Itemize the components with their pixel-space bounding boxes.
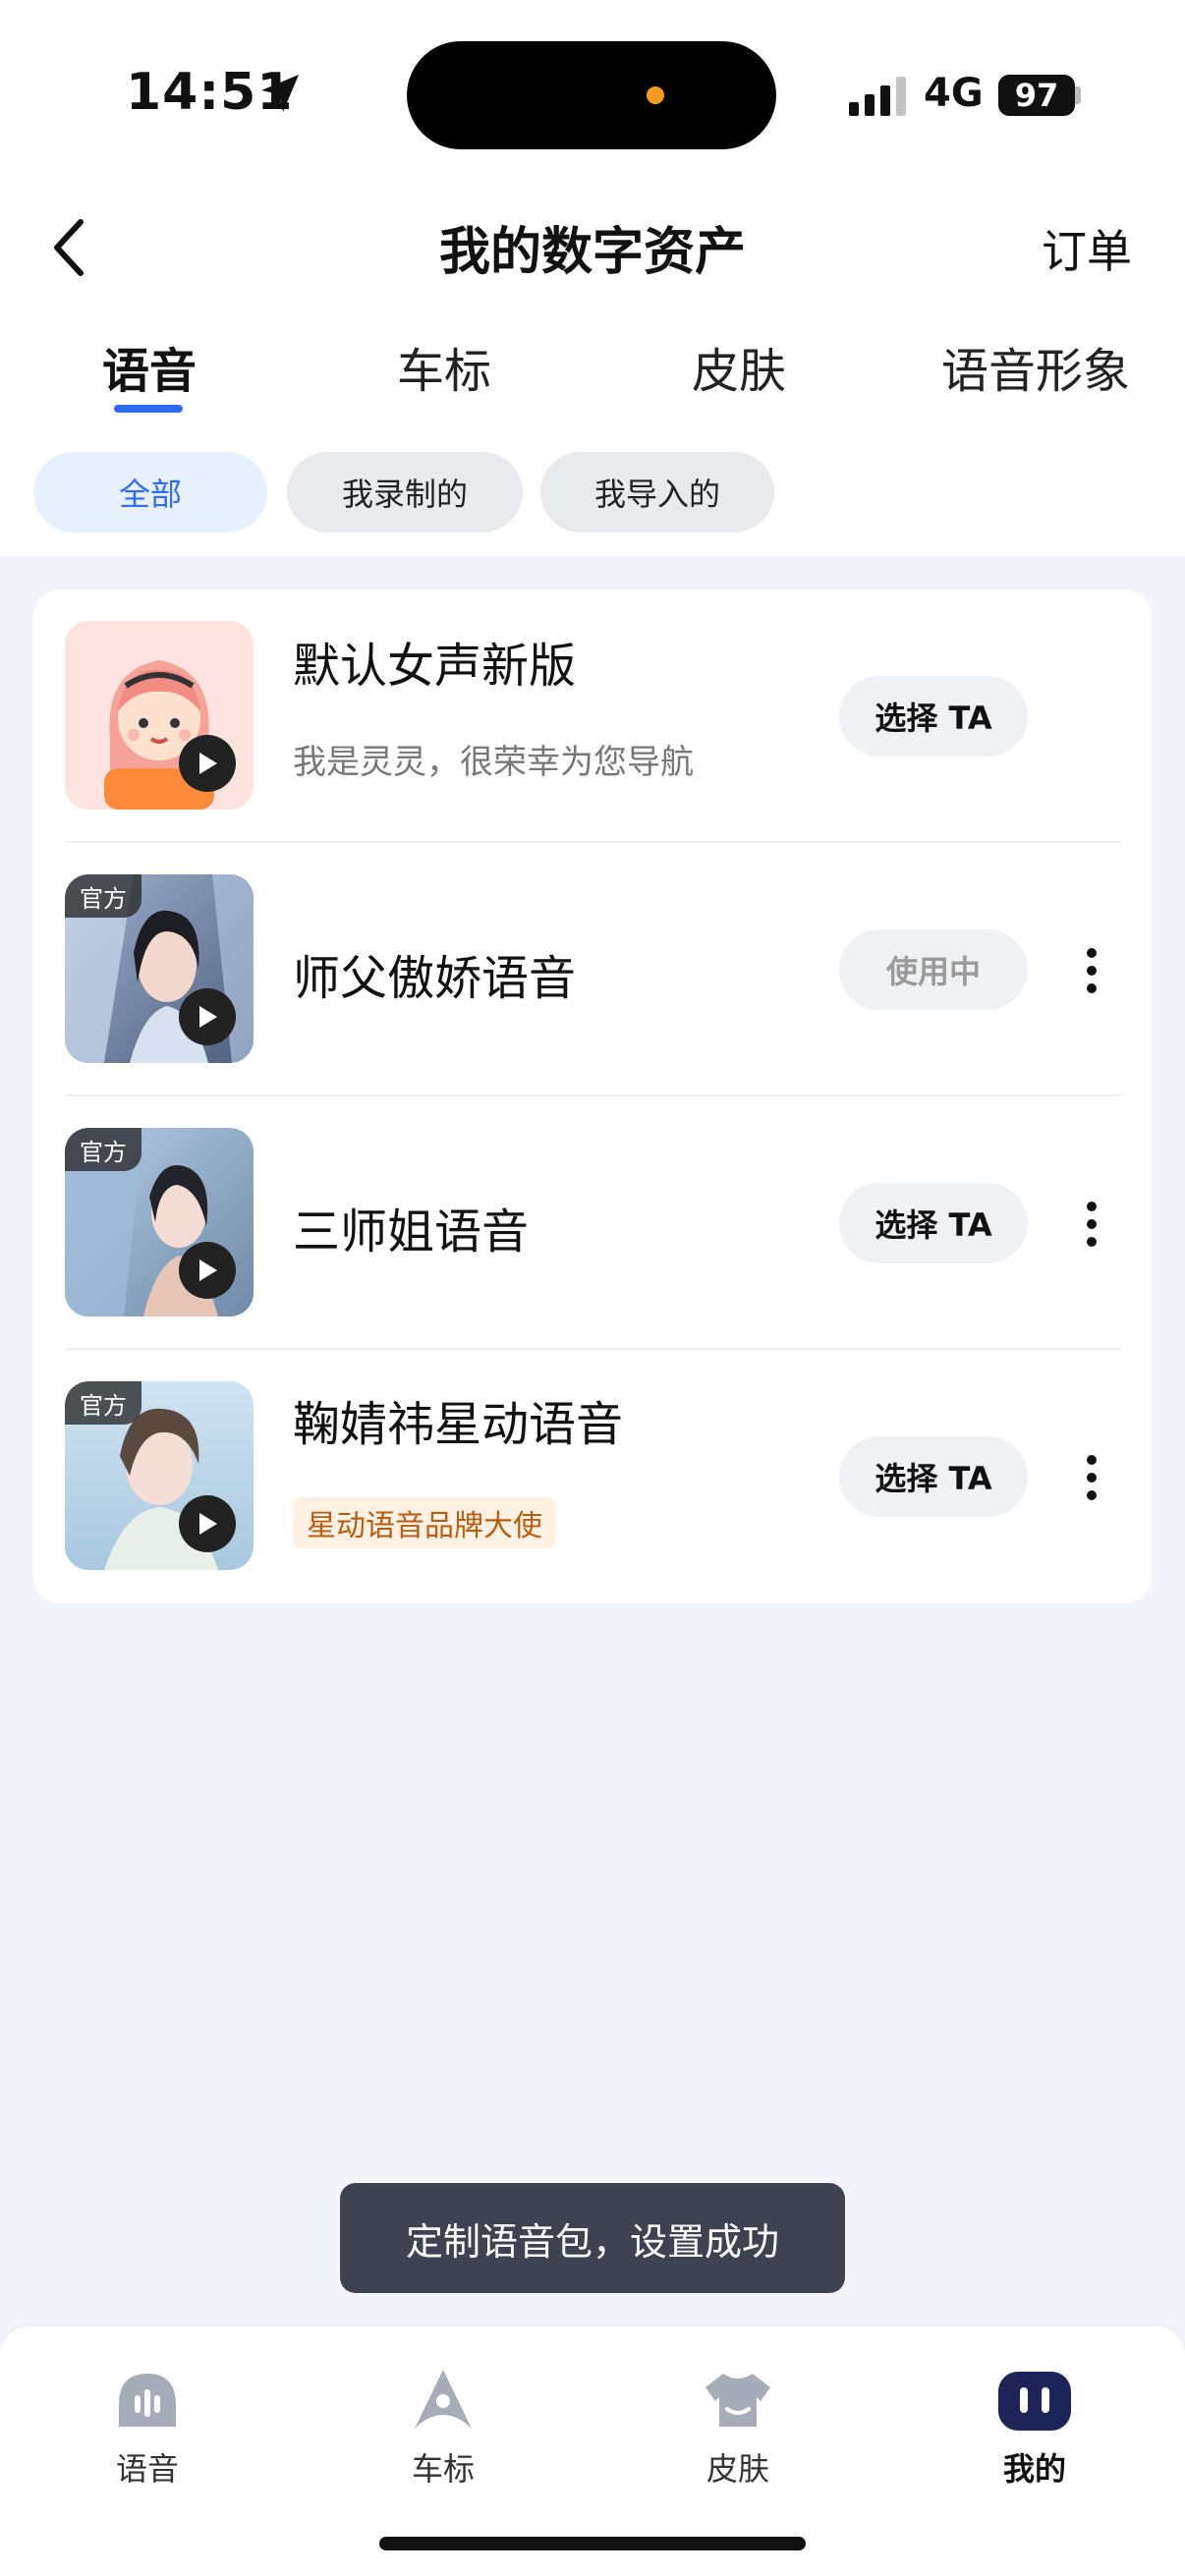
voice-name: 鞠婧祎星动语音 <box>293 1397 624 1452</box>
brand-ambassador-tag: 星动语音品牌大使 <box>293 1497 556 1548</box>
orders-button[interactable]: 订单 <box>1042 216 1132 281</box>
official-badge: 官方 <box>65 1381 141 1425</box>
tab-car-logo[interactable]: 车标 <box>397 332 491 401</box>
location-arrow-icon <box>261 75 299 112</box>
play-preview-button[interactable] <box>179 735 236 792</box>
voice-item-jujingyi[interactable]: 官方 鞠婧祎星动语音 星动语音品牌大使 选择 TA <box>33 1350 1152 1603</box>
skin-icon <box>705 2374 770 2427</box>
select-voice-button[interactable]: 选择 TA <box>839 1183 1028 1263</box>
more-options-icon[interactable] <box>1077 1193 1106 1256</box>
play-icon <box>199 753 217 774</box>
filter-imported[interactable]: 我导入的 <box>540 452 774 532</box>
voice-item-default[interactable]: 默认女声新版 我是灵灵，很荣幸为您导航 选择 TA <box>33 589 1152 843</box>
play-icon <box>199 1513 217 1535</box>
nav-car-logo-label: 车标 <box>411 2450 475 2488</box>
in-use-button[interactable]: 使用中 <box>839 929 1028 1010</box>
page-title: 我的数字资产 <box>438 223 746 282</box>
play-preview-button[interactable] <box>179 1242 236 1299</box>
play-preview-button[interactable] <box>179 988 236 1045</box>
play-preview-button[interactable] <box>179 1495 236 1552</box>
voice-name: 三师姐语音 <box>293 1204 530 1260</box>
select-voice-button[interactable]: 选择 TA <box>839 676 1028 756</box>
more-options-icon[interactable] <box>1077 1446 1106 1509</box>
voice-thumbnail: 官方 <box>65 874 254 1063</box>
voice-name: 默认女声新版 <box>293 639 577 694</box>
tab-voice-avatar[interactable]: 语音形象 <box>941 332 1130 401</box>
filter-all[interactable]: 全部 <box>33 452 267 532</box>
filter-recorded[interactable]: 我录制的 <box>287 452 523 532</box>
select-voice-button[interactable]: 选择 TA <box>839 1436 1028 1517</box>
nav-profile-label: 我的 <box>1002 2450 1066 2488</box>
tab-skin[interactable]: 皮肤 <box>692 332 786 401</box>
signal-strength-icon <box>849 77 906 116</box>
nav-skin[interactable]: 皮肤 <box>659 2366 817 2490</box>
official-badge: 官方 <box>65 1128 141 1171</box>
voice-thumbnail: 官方 <box>65 1128 254 1316</box>
play-icon <box>199 1006 217 1028</box>
voice-name: 师父傲娇语音 <box>293 951 577 1006</box>
voice-icon <box>119 2374 176 2427</box>
voice-item-shifu[interactable]: 官方 师父傲娇语音 使用中 <box>33 843 1152 1096</box>
home-indicator <box>379 2537 806 2550</box>
voice-item-sanshijie[interactable]: 官方 三师姐语音 选择 TA <box>33 1096 1152 1350</box>
play-icon <box>199 1260 217 1281</box>
dynamic-island <box>407 41 776 149</box>
nav-car-logo[interactable]: 车标 <box>365 2366 522 2490</box>
voice-thumbnail: 官方 <box>65 1381 254 1570</box>
voice-thumbnail <box>65 621 254 810</box>
privacy-indicator-dot <box>647 86 664 104</box>
battery-level: 97 <box>998 75 1075 116</box>
more-options-icon[interactable] <box>1077 939 1106 1002</box>
tab-voice[interactable]: 语音 <box>102 332 197 401</box>
network-type: 4G <box>924 71 984 116</box>
profile-icon <box>998 2372 1071 2431</box>
official-badge: 官方 <box>65 874 141 918</box>
active-tab-indicator <box>114 405 183 413</box>
car-logo-icon <box>415 2370 472 2429</box>
battery-cap <box>1075 86 1081 104</box>
nav-profile[interactable]: 我的 <box>956 2366 1113 2490</box>
toast-message: 定制语音包，设置成功 <box>340 2183 845 2293</box>
voice-list: 默认女声新版 我是灵灵，很荣幸为您导航 选择 TA 官方 师父傲娇语音 使用中 <box>33 589 1152 1603</box>
nav-skin-label: 皮肤 <box>705 2450 769 2488</box>
voice-subtitle: 我是灵灵，很荣幸为您导航 <box>293 743 694 782</box>
nav-voice-label: 语音 <box>115 2450 179 2488</box>
nav-voice[interactable]: 语音 <box>69 2366 226 2490</box>
